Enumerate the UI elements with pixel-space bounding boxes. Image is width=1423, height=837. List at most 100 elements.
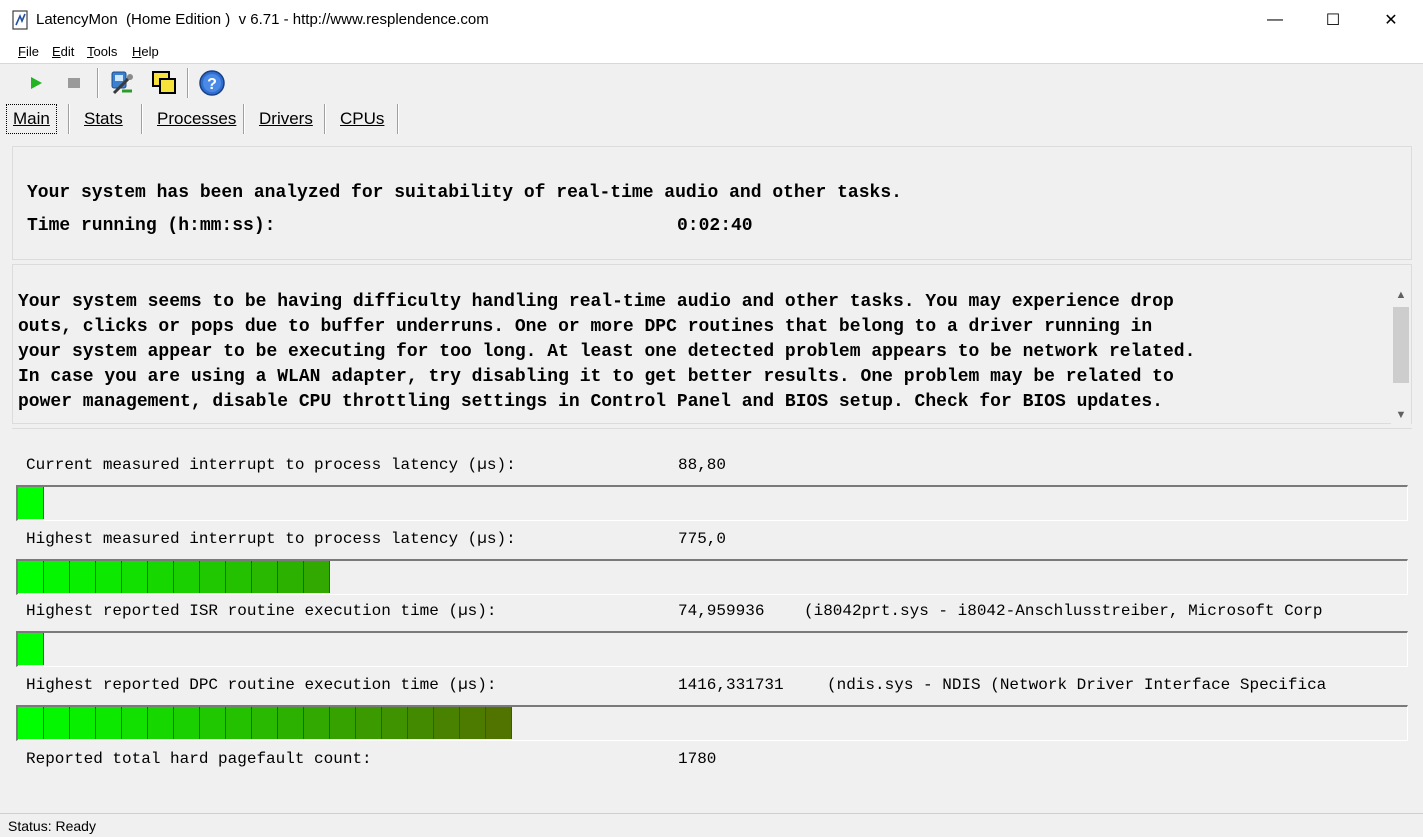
close-button[interactable]: ✕	[1362, 0, 1420, 40]
window-title: LatencyMon (Home Edition ) v 6.71 - http…	[36, 11, 489, 28]
bar-segment	[278, 561, 304, 593]
menu-bar: File Edit Tools Help	[0, 40, 1423, 64]
highest-latency-bar-fill	[18, 561, 330, 593]
windows-icon	[152, 71, 176, 94]
menu-edit[interactable]: Edit	[52, 44, 74, 59]
menu-edit-accel: E	[52, 44, 61, 59]
bar-segment	[200, 561, 226, 593]
toolbar-separator	[97, 68, 99, 98]
bar-segment	[96, 561, 122, 593]
window-copy-button[interactable]	[149, 68, 179, 98]
bar-segment	[382, 707, 408, 739]
toolbar-separator	[187, 68, 189, 98]
menu-tools[interactable]: Tools	[87, 44, 117, 59]
help-button[interactable]: ?	[197, 68, 227, 98]
help-icon: ?	[199, 70, 225, 96]
main-panel: Your system has been analyzed for suitab…	[0, 138, 1423, 813]
bar-segment	[408, 707, 434, 739]
scroll-down-icon[interactable]: ▼	[1391, 405, 1411, 425]
menu-edit-rest: dit	[60, 44, 75, 59]
status-text: Status: Ready	[8, 818, 96, 834]
scroll-thumb[interactable]	[1393, 307, 1409, 383]
pagefault-label: Reported total hard pagefault count:	[26, 750, 372, 768]
highest-isr-bar	[16, 631, 1408, 667]
pagefault-value: 1780	[678, 750, 717, 768]
message-scrollbar[interactable]: ▲ ▼	[1391, 285, 1411, 425]
bar-segment	[18, 707, 44, 739]
bar-segment	[96, 707, 122, 739]
bar-segment	[252, 561, 278, 593]
maximize-button[interactable]: ☐	[1304, 0, 1362, 40]
menu-help-rest: elp	[141, 44, 159, 59]
tab-stats[interactable]: Stats	[78, 104, 129, 134]
highest-dpc-label: Highest reported DPC routine execution t…	[26, 676, 497, 694]
bar-segment	[356, 707, 382, 739]
highest-dpc-value: 1416,331731	[678, 676, 784, 694]
bar-segment	[44, 561, 70, 593]
conclusion-message-box[interactable]: Your system seems to be having difficult…	[12, 264, 1412, 425]
highest-dpc-bar-fill	[18, 707, 512, 739]
tab-cpus[interactable]: CPUs	[334, 104, 390, 134]
highest-isr-driver: (i8042prt.sys - i8042-Anschlusstreiber, …	[804, 602, 1323, 620]
tab-bar: Main Stats Processes Drivers CPUs	[0, 102, 1423, 138]
tab-separator	[243, 104, 245, 134]
metrics-panel: Current measured interrupt to process la…	[12, 428, 1412, 812]
menu-help-accel: H	[132, 44, 142, 59]
current-latency-bar-fill	[18, 487, 44, 519]
bar-segment	[200, 707, 226, 739]
tab-main[interactable]: Main	[6, 104, 57, 134]
bar-segment	[70, 707, 96, 739]
stop-icon	[68, 78, 80, 88]
highest-isr-bar-fill	[18, 633, 44, 665]
tab-drivers[interactable]: Drivers	[253, 104, 319, 134]
bar-segment	[304, 561, 330, 593]
svg-text:?: ?	[207, 76, 217, 93]
analysis-summary: Your system has been analyzed for suitab…	[27, 183, 902, 203]
current-latency-label: Current measured interrupt to process la…	[26, 456, 516, 474]
highest-latency-value: 775,0	[678, 530, 727, 548]
bar-segment	[252, 707, 278, 739]
bar-segment	[122, 561, 148, 593]
bar-segment	[148, 707, 174, 739]
bar-segment	[148, 561, 174, 593]
bar-segment	[122, 707, 148, 739]
bar-segment	[460, 707, 486, 739]
bar-segment	[18, 633, 44, 665]
bar-segment	[486, 707, 512, 739]
highest-dpc-bar	[16, 705, 1408, 741]
highest-isr-label: Highest reported ISR routine execution t…	[26, 602, 497, 620]
menu-help[interactable]: Help	[132, 44, 159, 59]
bar-segment	[70, 561, 96, 593]
bar-segment	[174, 561, 200, 593]
bar-segment	[174, 707, 200, 739]
conclusion-message: Your system seems to be having difficult…	[18, 292, 1196, 412]
tab-separator	[397, 104, 399, 134]
bar-segment	[44, 707, 70, 739]
bar-segment	[18, 487, 44, 519]
tab-separator	[141, 104, 143, 134]
time-running-value: 0:02:40	[677, 216, 753, 236]
highest-dpc-driver: (ndis.sys - NDIS (Network Driver Interfa…	[827, 676, 1327, 694]
scroll-up-icon[interactable]: ▲	[1391, 285, 1411, 305]
menu-file[interactable]: File	[18, 44, 39, 59]
menu-tools-rest: ools	[93, 44, 118, 59]
menu-file-accel: F	[18, 44, 26, 59]
start-button[interactable]	[21, 68, 51, 98]
bar-segment	[226, 707, 252, 739]
bar-segment	[18, 561, 44, 593]
tab-separator	[68, 104, 70, 134]
latencymon-app-icon	[12, 10, 28, 30]
submit-feedback-button[interactable]	[107, 68, 137, 98]
bar-segment	[226, 561, 252, 593]
highest-latency-label: Highest measured interrupt to process la…	[26, 530, 516, 548]
highest-latency-bar	[16, 559, 1408, 595]
menu-file-rest: ile	[25, 44, 39, 59]
stop-button[interactable]	[59, 68, 89, 98]
current-latency-bar	[16, 485, 1408, 521]
bar-segment	[278, 707, 304, 739]
minimize-button[interactable]: —	[1246, 0, 1304, 40]
tools-icon	[111, 71, 133, 95]
current-latency-value: 88,80	[678, 456, 727, 474]
tab-processes[interactable]: Processes	[151, 104, 242, 134]
highest-isr-value: 74,959936	[678, 602, 765, 620]
